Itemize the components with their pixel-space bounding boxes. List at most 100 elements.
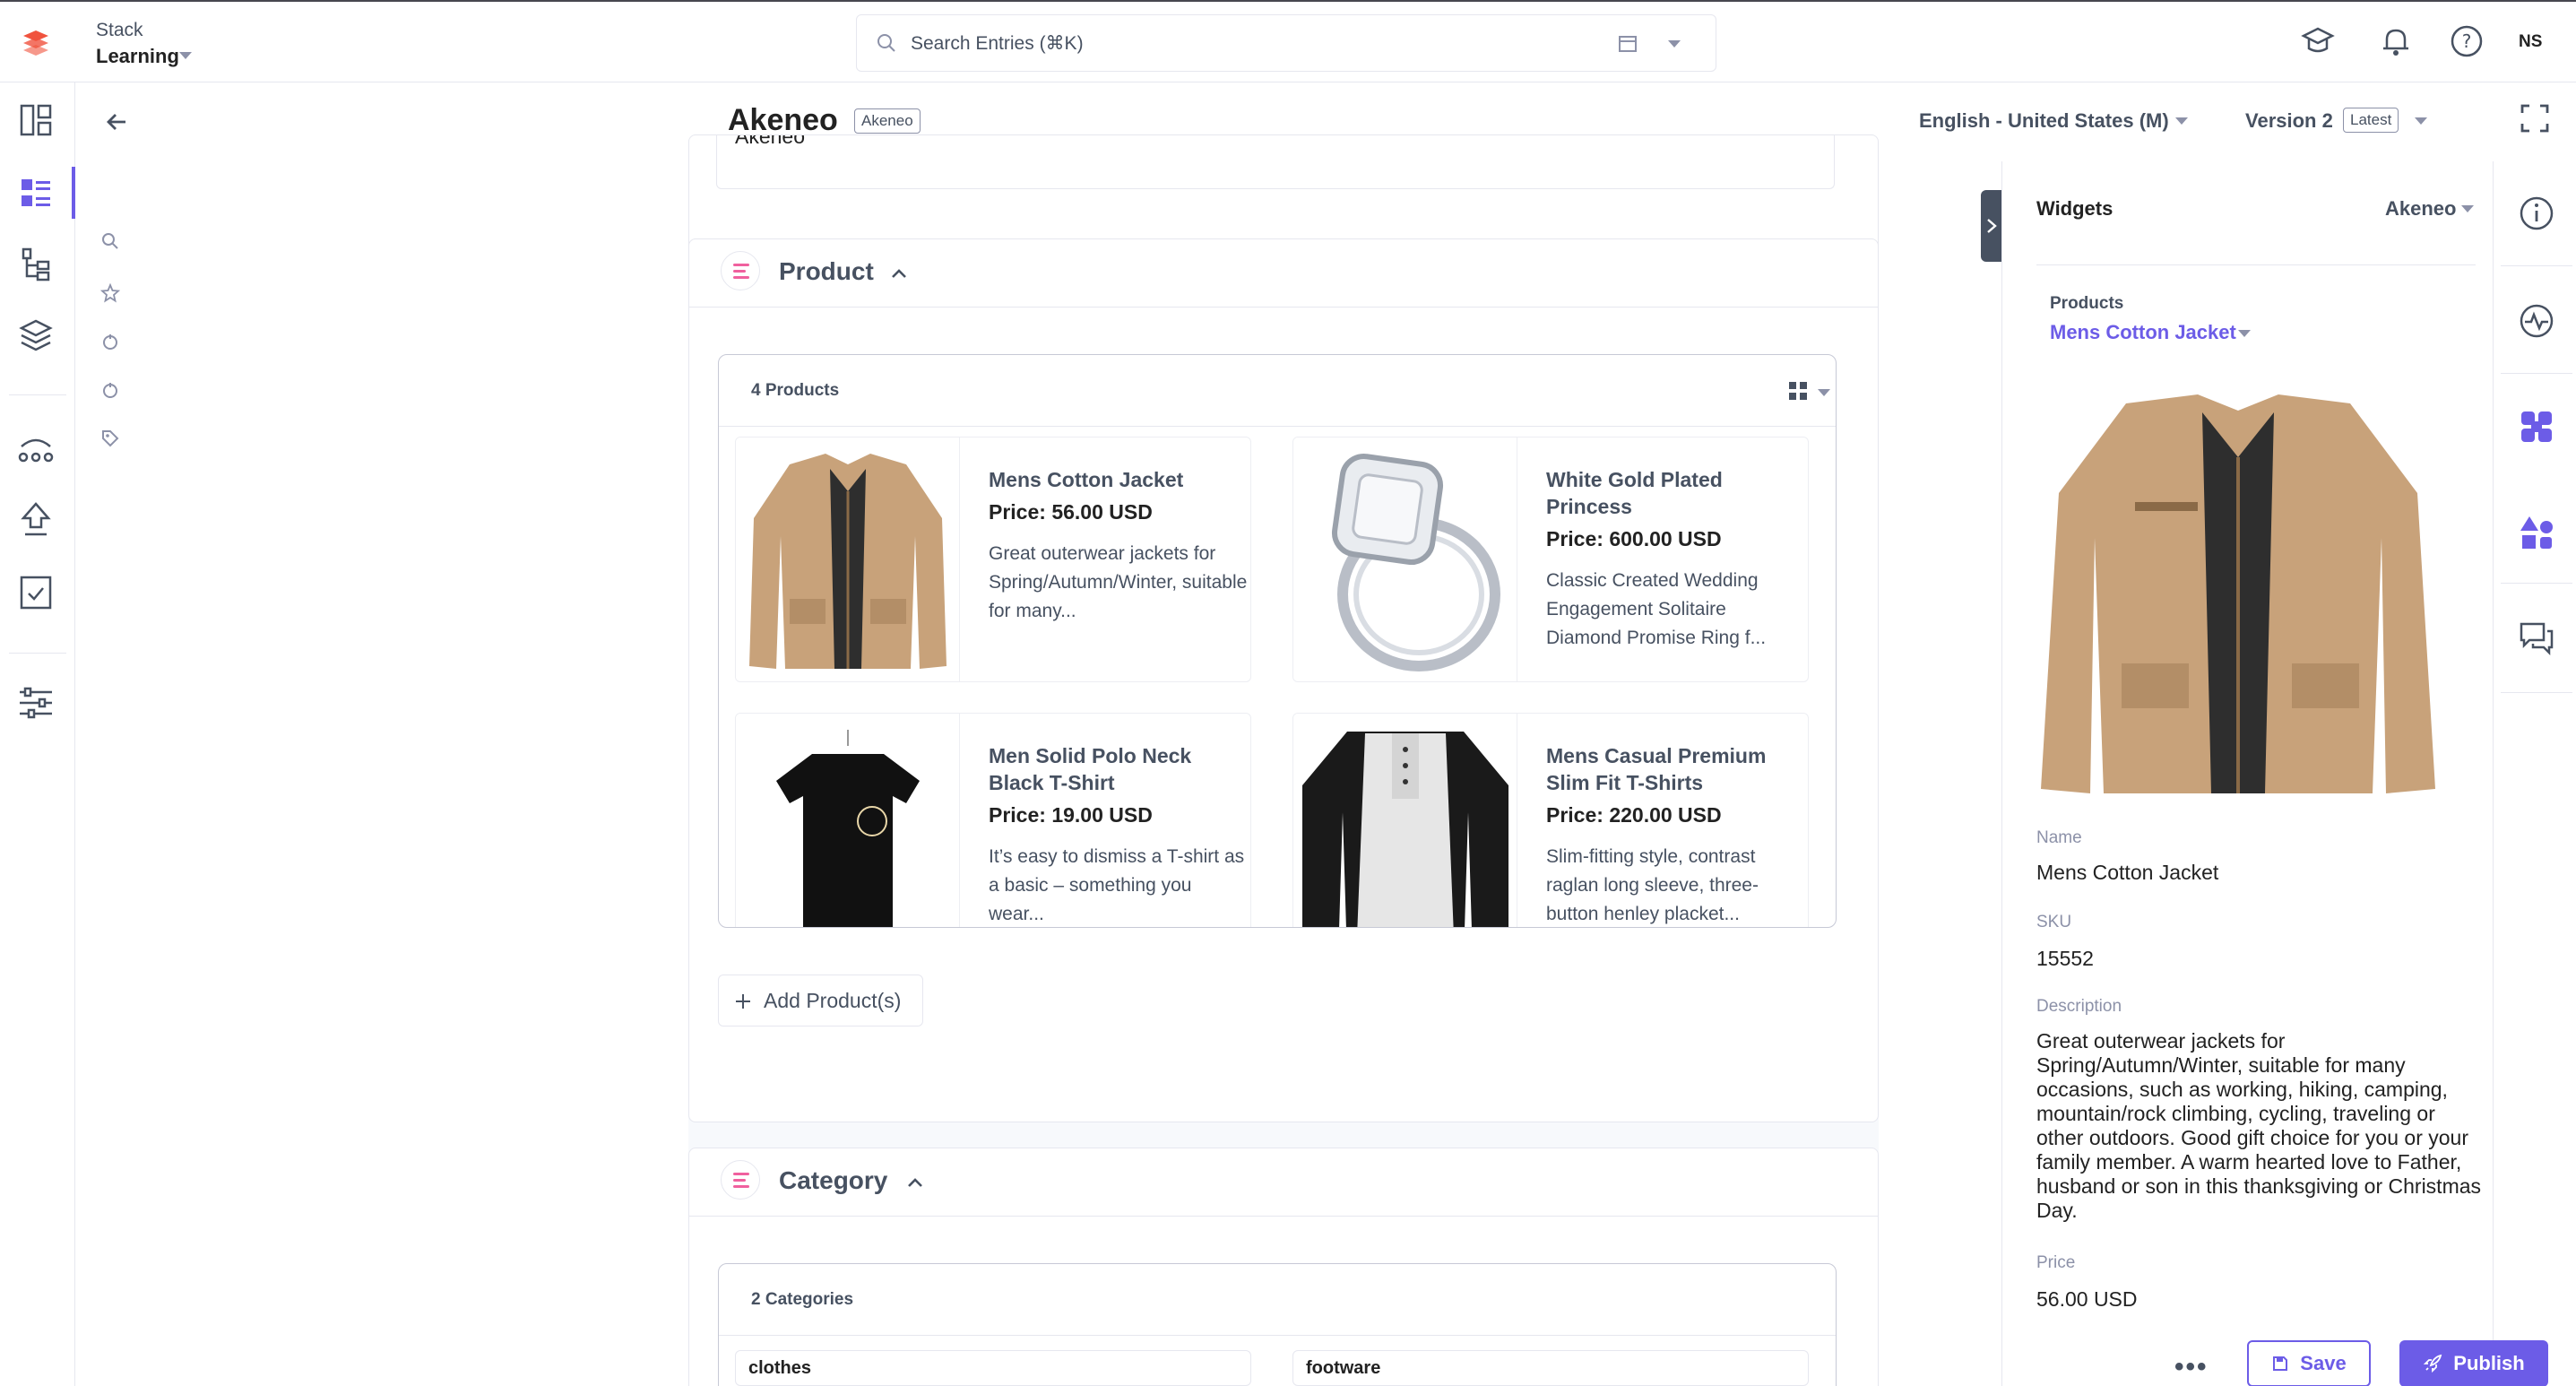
sku-value: 15552 bbox=[2036, 947, 2094, 970]
ring-image bbox=[1331, 453, 1500, 671]
release-icon[interactable] bbox=[100, 332, 120, 351]
chevron-down-icon[interactable] bbox=[2415, 117, 2427, 125]
chevron-down-icon[interactable] bbox=[2175, 117, 2188, 125]
product-name: Mens Casual Premium Slim Fit T-Shirts bbox=[1546, 744, 1767, 794]
svg-text:?: ? bbox=[2462, 30, 2472, 52]
product-price: Price: 220.00 USD bbox=[1546, 803, 1722, 827]
releases-icon[interactable] bbox=[14, 427, 57, 470]
product-price: Price: 19.00 USD bbox=[989, 803, 1153, 827]
widget-selector[interactable]: Akeneo bbox=[2385, 197, 2456, 221]
category-item[interactable]: footware bbox=[1292, 1350, 1809, 1386]
chevron-down-icon[interactable] bbox=[2461, 205, 2474, 212]
category-item[interactable]: clothes bbox=[735, 1350, 1251, 1386]
comments-icon[interactable] bbox=[2517, 619, 2556, 658]
star-icon[interactable] bbox=[100, 283, 120, 303]
tasks-icon[interactable] bbox=[14, 570, 57, 613]
price-value: 56.00 USD bbox=[2036, 1287, 2138, 1307]
product-image bbox=[736, 437, 960, 681]
deploy-icon[interactable] bbox=[14, 498, 57, 541]
product-card[interactable]: White Gold Plated Princess Price: 600.00… bbox=[1292, 437, 1809, 682]
grid-view-icon[interactable] bbox=[1787, 380, 1809, 402]
fullscreen-icon[interactable] bbox=[2519, 102, 2551, 134]
product-card[interactable]: Mens Cotton Jacket Price: 56.00 USD Grea… bbox=[735, 437, 1251, 682]
back-arrow-icon[interactable] bbox=[102, 108, 131, 136]
nav-divider bbox=[9, 394, 66, 395]
content-models-icon[interactable] bbox=[14, 242, 57, 285]
search-icon[interactable] bbox=[100, 231, 120, 251]
chevron-down-icon[interactable] bbox=[2238, 330, 2251, 337]
product-card[interactable]: Mens Casual Premium Slim Fit T-Shirts Pr… bbox=[1292, 713, 1809, 927]
rail-divider bbox=[2501, 692, 2572, 693]
save-label: Save bbox=[2300, 1352, 2347, 1374]
add-product-button[interactable]: Add Product(s) bbox=[718, 975, 924, 1027]
settings-icon[interactable] bbox=[14, 681, 57, 724]
tag-icon[interactable] bbox=[100, 429, 120, 448]
bell-icon[interactable] bbox=[2378, 23, 2414, 59]
chevron-up-icon[interactable] bbox=[904, 1172, 926, 1193]
activity-icon[interactable] bbox=[2517, 301, 2556, 341]
dashboard-icon[interactable] bbox=[14, 99, 57, 142]
product-section-header[interactable]: Product bbox=[689, 239, 1878, 308]
entries-icon[interactable] bbox=[14, 170, 57, 213]
content-type-badge: Akeneo bbox=[854, 108, 921, 134]
product-name: Men Solid Polo Neck Black T-Shirt bbox=[989, 744, 1192, 794]
version-selector[interactable]: Version 2 bbox=[2245, 109, 2333, 133]
product-name: White Gold Plated Princess bbox=[1546, 468, 1723, 518]
product-preview-image bbox=[2041, 394, 2435, 793]
category-count: 2 Categories bbox=[751, 1290, 854, 1309]
product-card[interactable]: Men Solid Polo Neck Black T-Shirt Price:… bbox=[735, 713, 1251, 927]
stack-branch[interactable]: Learning bbox=[96, 45, 179, 68]
entry-title: Akeneo bbox=[728, 103, 838, 137]
name-value: Mens Cotton Jacket bbox=[2036, 861, 2219, 884]
price-label: Price bbox=[2036, 1253, 2076, 1272]
contentstack-logo-icon[interactable] bbox=[18, 25, 54, 61]
info-icon[interactable] bbox=[2517, 194, 2556, 233]
title-value[interactable]: Akeneo bbox=[735, 135, 805, 149]
chevron-down-icon[interactable] bbox=[179, 52, 192, 59]
product-selector[interactable]: Mens Cotton Jacket bbox=[2050, 321, 2236, 344]
product-name: Mens Cotton Jacket bbox=[989, 468, 1184, 491]
publish-button[interactable]: Publish bbox=[2399, 1340, 2548, 1386]
collapse-panel-button[interactable] bbox=[1981, 190, 2002, 262]
user-avatar[interactable]: NS bbox=[2519, 32, 2542, 52]
jacket-image bbox=[749, 454, 947, 669]
product-image bbox=[736, 714, 960, 927]
category-section-header[interactable]: Category bbox=[689, 1148, 1878, 1217]
sku-label: SKU bbox=[2036, 913, 2072, 931]
chevron-up-icon[interactable] bbox=[888, 263, 910, 284]
section-title: Category bbox=[779, 1166, 888, 1194]
assets-icon[interactable] bbox=[14, 314, 57, 357]
academy-icon[interactable] bbox=[2300, 23, 2336, 59]
shapes-icon[interactable] bbox=[2517, 513, 2556, 552]
rail-divider bbox=[2501, 265, 2572, 266]
search-bar[interactable]: Search Entries (⌘K) bbox=[856, 14, 1716, 72]
section-title: Product bbox=[779, 257, 874, 285]
description-label: Description bbox=[2036, 997, 2122, 1016]
product-price: Price: 56.00 USD bbox=[989, 500, 1153, 524]
release-icon[interactable] bbox=[100, 380, 120, 400]
product-section: Product 4 Products Mens Cotton Jacket Pr… bbox=[688, 238, 1879, 1122]
help-icon[interactable]: ? bbox=[2449, 23, 2485, 59]
nav-active-indicator bbox=[72, 167, 75, 219]
product-image bbox=[1293, 437, 1517, 681]
search-input[interactable]: Search Entries (⌘K) bbox=[911, 32, 1084, 55]
locale-selector[interactable]: English - United States (M) bbox=[1919, 109, 2169, 133]
widgets-icon[interactable] bbox=[2517, 407, 2556, 446]
products-label: Products bbox=[2050, 294, 2124, 313]
more-options-button[interactable]: ••• bbox=[2174, 1352, 2209, 1382]
entry-editor: Akeneo Product 4 Products Mens Cotton Ja… bbox=[688, 134, 1879, 1386]
rocket-icon bbox=[2424, 1354, 2442, 1373]
title-input[interactable]: Akeneo bbox=[716, 135, 1835, 189]
save-button[interactable]: Save bbox=[2247, 1340, 2371, 1386]
stack-name[interactable]: Stack bbox=[96, 20, 143, 41]
publish-label: Publish bbox=[2453, 1352, 2525, 1374]
description-value: Great outerwear jackets for Spring/Autum… bbox=[2036, 1029, 2482, 1222]
save-icon bbox=[2273, 1356, 2288, 1371]
product-description: It’s easy to dismiss a T-shirt as a basi… bbox=[989, 846, 1245, 924]
chevron-down-icon[interactable] bbox=[1818, 389, 1830, 396]
left-nav bbox=[0, 82, 75, 1386]
nav-divider bbox=[9, 653, 66, 654]
calendar-icon[interactable] bbox=[1616, 31, 1639, 55]
chevron-down-icon[interactable] bbox=[1668, 40, 1681, 48]
group-field-icon bbox=[721, 251, 760, 290]
